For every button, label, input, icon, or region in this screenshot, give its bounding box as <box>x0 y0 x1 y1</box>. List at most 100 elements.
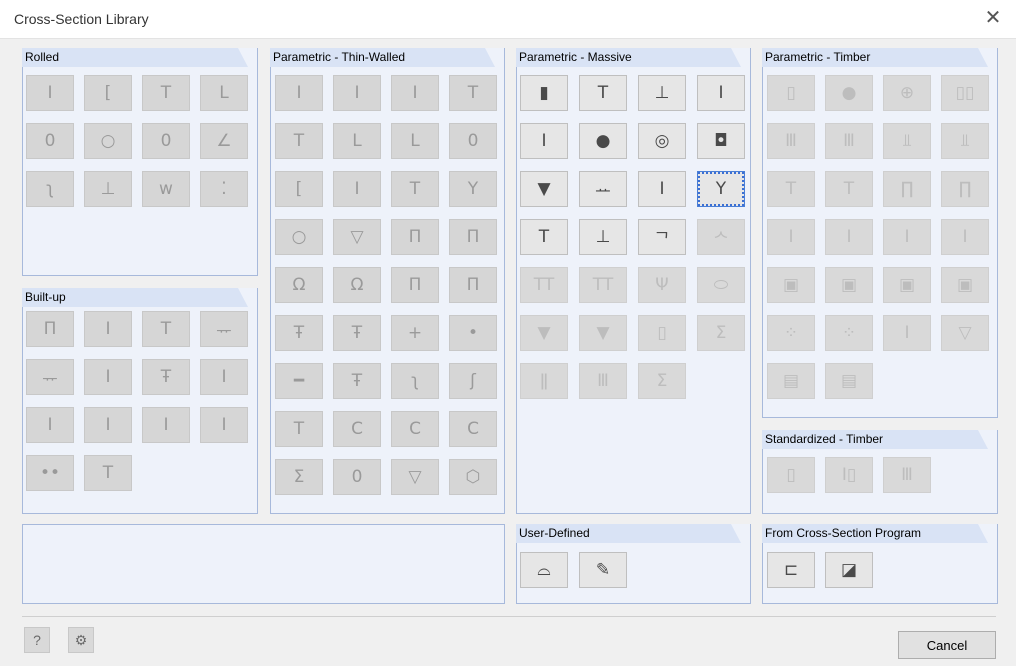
timber-section-button[interactable]: Ι <box>767 219 815 255</box>
thin-section-button[interactable]: Ι <box>391 75 439 111</box>
builtup-section-button[interactable]: Τ <box>84 455 132 491</box>
rolled-section-button[interactable]: ʅ <box>26 171 74 207</box>
massive-section-button[interactable]: ◎ <box>638 123 686 159</box>
massive-section-button[interactable]: Υ <box>697 171 745 207</box>
timber-section-button[interactable]: ▯▯ <box>941 75 989 111</box>
massive-section-button[interactable]: ● <box>579 123 627 159</box>
massive-section-button[interactable]: ǁ <box>520 363 568 399</box>
thin-section-button[interactable]: Ⅽ <box>449 411 497 447</box>
thin-section-button[interactable]: T <box>449 75 497 111</box>
rolled-section-button[interactable]: L <box>200 75 248 111</box>
massive-section-button[interactable]: ▼ <box>579 315 627 351</box>
thin-section-button[interactable]: ━ <box>275 363 323 399</box>
std_timber-section-button[interactable]: Ι▯ <box>825 457 873 493</box>
builtup-section-button[interactable]: Ι <box>200 407 248 443</box>
massive-section-button[interactable]: ▯ <box>638 315 686 351</box>
timber-section-button[interactable]: Ι <box>883 219 931 255</box>
massive-section-button[interactable]: T <box>579 75 627 111</box>
builtup-section-button[interactable]: Ι <box>200 359 248 395</box>
timber-section-button[interactable]: ▣ <box>767 267 815 303</box>
massive-section-button[interactable]: T <box>520 219 568 255</box>
builtup-section-button[interactable]: T <box>142 311 190 347</box>
massive-section-button[interactable]: TT <box>579 267 627 303</box>
massive-section-button[interactable]: ▮ <box>520 75 568 111</box>
rolled-section-button[interactable]: ○ <box>84 123 132 159</box>
massive-section-button[interactable]: ᅭ <box>579 171 627 207</box>
program-section-button[interactable]: ⊏ <box>767 552 815 588</box>
user-section-button[interactable]: ✎ <box>579 552 627 588</box>
thin-section-button[interactable]: ▽ <box>333 219 381 255</box>
thin-section-button[interactable]: Σ <box>275 459 323 495</box>
rolled-section-button[interactable]: [ <box>84 75 132 111</box>
program-section-button[interactable]: ◪ <box>825 552 873 588</box>
thin-section-button[interactable]: L <box>391 123 439 159</box>
massive-section-button[interactable]: ⊥ <box>579 219 627 255</box>
cancel-button[interactable]: Cancel <box>898 631 996 659</box>
timber-section-button[interactable]: ⊕ <box>883 75 931 111</box>
close-icon[interactable]: ✕ <box>982 8 1004 30</box>
builtup-section-button[interactable]: Π <box>26 311 74 347</box>
builtup-section-button[interactable]: Ι <box>84 311 132 347</box>
thin-section-button[interactable]: Ω <box>275 267 323 303</box>
builtup-section-button[interactable]: Ι <box>84 407 132 443</box>
thin-section-button[interactable]: • <box>449 315 497 351</box>
builtup-section-button[interactable]: •• <box>26 455 74 491</box>
timber-section-button[interactable]: ⁘ <box>767 315 815 351</box>
thin-section-button[interactable]: [ <box>275 171 323 207</box>
thin-section-button[interactable]: Ι <box>275 75 323 111</box>
builtup-section-button[interactable]: I <box>26 407 74 443</box>
massive-section-button[interactable]: Ι <box>697 75 745 111</box>
massive-section-button[interactable]: TT <box>520 267 568 303</box>
timber-section-button[interactable]: Ⅲ <box>767 123 815 159</box>
timber-section-button[interactable]: Ι <box>883 315 931 351</box>
timber-section-button[interactable]: ⫫ <box>941 123 989 159</box>
builtup-section-button[interactable]: ᅲ <box>26 359 74 395</box>
thin-section-button[interactable]: Ι <box>333 75 381 111</box>
timber-section-button[interactable]: ▣ <box>941 267 989 303</box>
massive-section-button[interactable]: Σ <box>638 363 686 399</box>
rolled-section-button[interactable]: Ι <box>26 75 74 111</box>
user-section-button[interactable]: ⌓ <box>520 552 568 588</box>
thin-section-button[interactable]: Π <box>391 267 439 303</box>
timber-section-button[interactable]: T <box>825 171 873 207</box>
timber-section-button[interactable]: ⫫ <box>883 123 931 159</box>
builtup-section-button[interactable]: Ι <box>84 359 132 395</box>
massive-section-button[interactable]: Ι <box>520 123 568 159</box>
thin-section-button[interactable]: Υ <box>449 171 497 207</box>
timber-section-button[interactable]: ▣ <box>883 267 931 303</box>
timber-section-button[interactable]: ▽ <box>941 315 989 351</box>
timber-section-button[interactable]: ▣ <box>825 267 873 303</box>
thin-section-button[interactable]: ʅ <box>391 363 439 399</box>
timber-section-button[interactable]: ⁘ <box>825 315 873 351</box>
rolled-section-button[interactable]: 0 <box>142 123 190 159</box>
massive-section-button[interactable]: ᄉ <box>697 219 745 255</box>
thin-section-button[interactable]: ⬡ <box>449 459 497 495</box>
std_timber-section-button[interactable]: Ⅲ <box>883 457 931 493</box>
builtup-section-button[interactable]: Ŧ <box>142 359 190 395</box>
rolled-section-button[interactable]: 0 <box>26 123 74 159</box>
thin-section-button[interactable]: ○ <box>275 219 323 255</box>
timber-section-button[interactable]: Ι <box>825 219 873 255</box>
massive-section-button[interactable]: Ⅲ <box>579 363 627 399</box>
info-icon[interactable]: ⚙ <box>68 627 94 653</box>
timber-section-button[interactable]: ∏ <box>941 171 989 207</box>
thin-section-button[interactable]: T <box>275 123 323 159</box>
timber-section-button[interactable]: ∏ <box>883 171 931 207</box>
thin-section-button[interactable]: Ι <box>333 171 381 207</box>
thin-section-button[interactable]: + <box>391 315 439 351</box>
help-icon[interactable]: ? <box>24 627 50 653</box>
rolled-section-button[interactable]: ∠ <box>200 123 248 159</box>
rolled-section-button[interactable]: w <box>142 171 190 207</box>
timber-section-button[interactable]: T <box>767 171 815 207</box>
massive-section-button[interactable]: ▼ <box>520 315 568 351</box>
rolled-section-button[interactable]: ⁚ <box>200 171 248 207</box>
thin-section-button[interactable]: T <box>275 411 323 447</box>
timber-section-button[interactable]: ● <box>825 75 873 111</box>
thin-section-button[interactable]: T <box>391 171 439 207</box>
massive-section-button[interactable]: Ψ <box>638 267 686 303</box>
massive-section-button[interactable]: ⬭ <box>697 267 745 303</box>
thin-section-button[interactable]: Ⅽ <box>391 411 439 447</box>
thin-section-button[interactable]: L <box>333 123 381 159</box>
thin-section-button[interactable]: Ŧ <box>275 315 323 351</box>
timber-section-button[interactable]: ▯ <box>767 75 815 111</box>
